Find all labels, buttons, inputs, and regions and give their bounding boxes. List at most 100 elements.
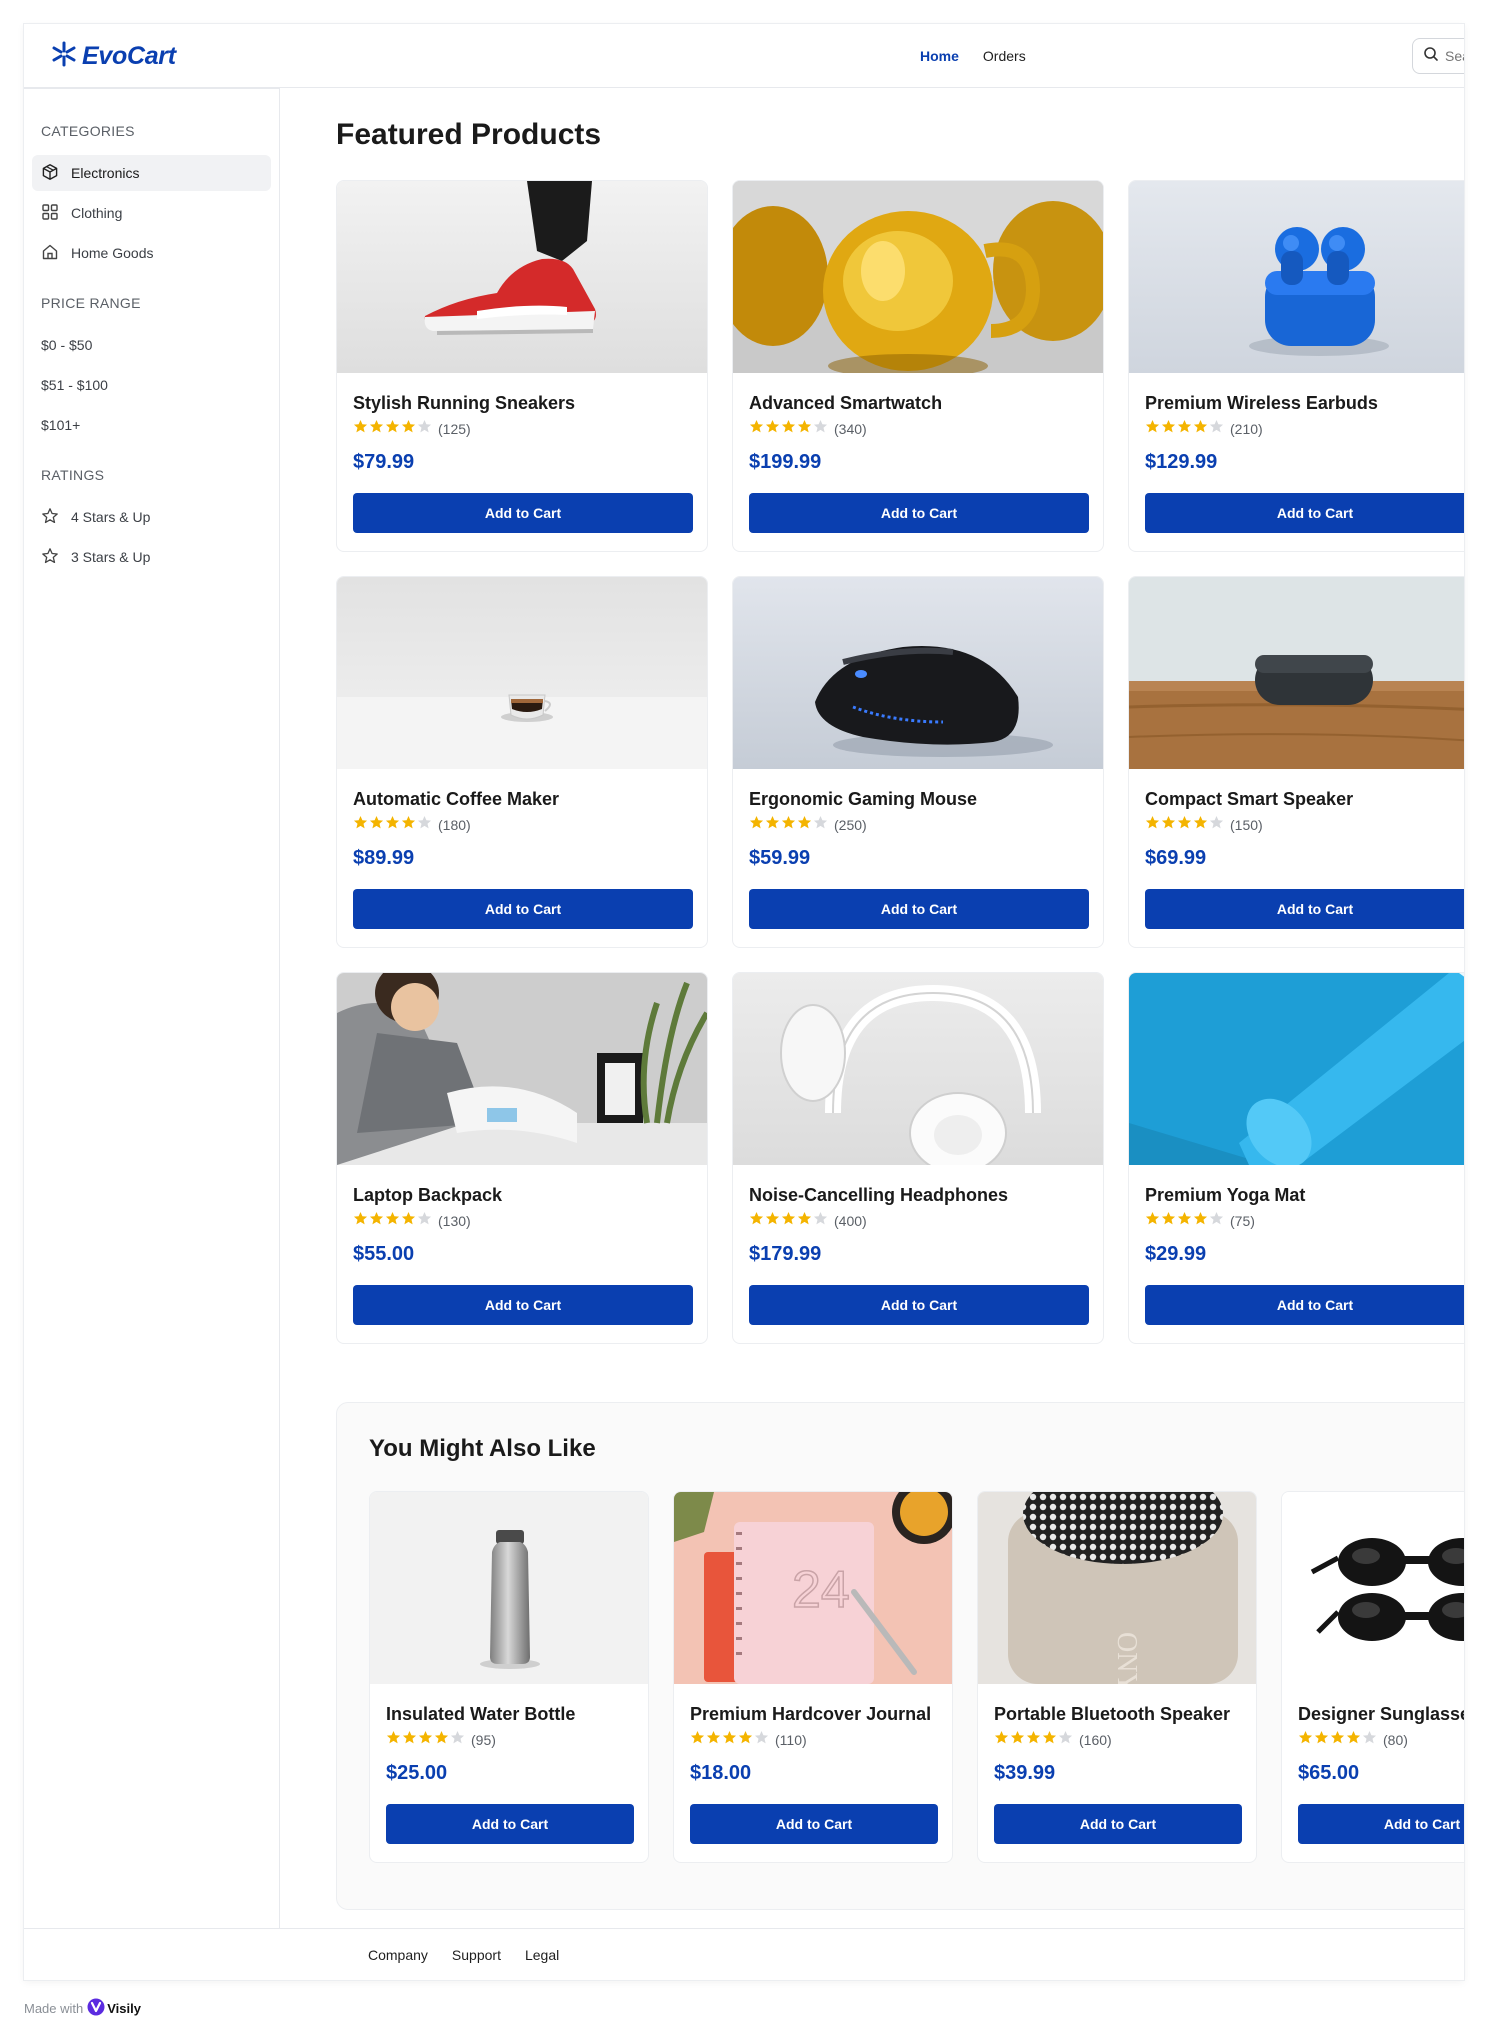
add-to-cart-button[interactable]: Add to Cart: [749, 493, 1089, 533]
rating-filter-4-up[interactable]: 4 Stars & Up: [32, 499, 271, 535]
star-filled-icon: [706, 1730, 721, 1750]
product-card[interactable]: Automatic Coffee Maker (180) $89.99 Add to …: [336, 576, 708, 948]
visily-brand-name: Visily: [107, 2000, 141, 2016]
product-image[interactable]: [337, 181, 707, 373]
rating-filter-label: 3 Stars & Up: [71, 549, 151, 565]
product-price: $69.99: [1145, 847, 1207, 869]
product-name[interactable]: Premium Hardcover Journal: [690, 1702, 936, 1726]
product-card[interactable]: Ergonomic Gaming Mouse (250) $59.99 Add to …: [732, 576, 1104, 948]
product-card[interactable]: Advanced Smartwatch (340) $199.99 Add to Ca…: [732, 180, 1104, 552]
nav-orders[interactable]: Orders: [983, 48, 1026, 64]
product-image[interactable]: [1129, 181, 1464, 373]
star-filled-icon: [1177, 1211, 1192, 1231]
rating-stars: [749, 1211, 828, 1231]
product-name[interactable]: Portable Bluetooth Speaker: [994, 1702, 1240, 1726]
made-with-badge[interactable]: Made with Visily: [24, 1998, 141, 2018]
brand-logo[interactable]: EvoCart: [50, 40, 176, 72]
price-option-101-plus[interactable]: $101+: [32, 407, 271, 443]
product-price: $179.99: [749, 1243, 822, 1265]
product-image[interactable]: 24: [674, 1492, 952, 1684]
footer-link-legal[interactable]: Legal: [525, 1947, 559, 1963]
product-image[interactable]: [1129, 973, 1464, 1165]
product-name[interactable]: Premium Yoga Mat: [1145, 1183, 1464, 1207]
product-card[interactable]: Premium Yoga Mat (75) $29.99 Add to Cart: [1128, 972, 1464, 1344]
review-count: (80): [1383, 1732, 1408, 1748]
product-card-body: Automatic Coffee Maker (180) $89.99 Add to …: [337, 769, 707, 929]
add-to-cart-button[interactable]: Add to Cart: [749, 889, 1089, 929]
add-to-cart-button[interactable]: Add to Cart: [353, 493, 693, 533]
nav-home[interactable]: Home: [920, 48, 959, 64]
product-image[interactable]: [1282, 1492, 1464, 1684]
add-to-cart-button[interactable]: Add to Cart: [749, 1285, 1089, 1325]
product-image[interactable]: [337, 577, 707, 769]
footer-link-support[interactable]: Support: [452, 1947, 501, 1963]
product-image[interactable]: ONY: [978, 1492, 1256, 1684]
product-name[interactable]: Designer Sunglasses: [1298, 1702, 1464, 1726]
product-image[interactable]: [733, 181, 1103, 373]
price-option-0-50[interactable]: $0 - $50: [32, 327, 271, 363]
ratings-heading: RATINGS: [41, 467, 105, 483]
price-option-51-100[interactable]: $51 - $100: [32, 367, 271, 403]
star-empty-icon: [417, 815, 432, 835]
product-rating: (75): [1145, 1211, 1464, 1231]
box-icon: [41, 163, 59, 184]
product-rating: (250): [749, 815, 1087, 835]
product-name[interactable]: Insulated Water Bottle: [386, 1702, 632, 1726]
add-to-cart-button[interactable]: Add to Cart: [353, 1285, 693, 1325]
product-card-body: Ergonomic Gaming Mouse (250) $59.99 Add to …: [733, 769, 1103, 929]
product-card[interactable]: Stylish Running Sneakers (125) $79.99 Add t…: [336, 180, 708, 552]
recommended-product-card[interactable]: 24 Premium Hardcover Journal (110) $18.00 A…: [673, 1491, 953, 1863]
product-rating: (180): [353, 815, 691, 835]
product-price: $65.00: [1298, 1762, 1360, 1784]
add-to-cart-button[interactable]: Add to Cart: [1298, 1804, 1464, 1844]
category-label: Home Goods: [71, 245, 154, 261]
product-card[interactable]: Laptop Backpack (130) $55.00 Add to Cart: [336, 972, 708, 1344]
product-price: $29.99: [1145, 1243, 1207, 1265]
add-to-cart-button[interactable]: Add to Cart: [994, 1804, 1242, 1844]
star-filled-icon: [1145, 815, 1160, 835]
category-electronics[interactable]: Electronics: [32, 155, 271, 191]
product-card[interactable]: Premium Wireless Earbuds (210) $129.99 Add …: [1128, 180, 1464, 552]
product-name[interactable]: Ergonomic Gaming Mouse: [749, 787, 1087, 811]
add-to-cart-button[interactable]: Add to Cart: [386, 1804, 634, 1844]
star-filled-icon: [434, 1730, 449, 1750]
product-card[interactable]: Compact Smart Speaker (150) $69.99 Add to C…: [1128, 576, 1464, 948]
star-filled-icon: [738, 1730, 753, 1750]
search-box[interactable]: [1412, 38, 1464, 74]
recommended-product-card[interactable]: ONY Portable Bluetooth Speaker (160) $39.9…: [977, 1491, 1257, 1863]
product-image[interactable]: [733, 973, 1103, 1165]
product-name[interactable]: Laptop Backpack: [353, 1183, 691, 1207]
product-image[interactable]: [370, 1492, 648, 1684]
category-home-goods[interactable]: Home Goods: [32, 235, 271, 271]
review-count: (160): [1079, 1732, 1112, 1748]
star-empty-icon: [450, 1730, 465, 1750]
recommended-product-card[interactable]: Designer Sunglasses (80) $65.00 Add to Cart: [1281, 1491, 1464, 1863]
review-count: (150): [1230, 817, 1263, 833]
star-filled-icon: [765, 1211, 780, 1231]
star-empty-icon: [813, 815, 828, 835]
add-to-cart-button[interactable]: Add to Cart: [1145, 1285, 1464, 1325]
product-name[interactable]: Advanced Smartwatch: [749, 391, 1087, 415]
search-icon: [1423, 46, 1439, 67]
add-to-cart-button[interactable]: Add to Cart: [1145, 889, 1464, 929]
product-rating: (210): [1145, 419, 1464, 439]
search-input[interactable]: [1445, 48, 1464, 64]
product-image[interactable]: [733, 577, 1103, 769]
recommended-product-card[interactable]: Insulated Water Bottle (95) $25.00 Add to C…: [369, 1491, 649, 1863]
product-image[interactable]: [1129, 577, 1464, 769]
footer-link-company[interactable]: Company: [368, 1947, 428, 1963]
rating-filter-3-up[interactable]: 3 Stars & Up: [32, 539, 271, 575]
product-card[interactable]: Noise-Cancelling Headphones (400) $179.99 A…: [732, 972, 1104, 1344]
product-name[interactable]: Noise-Cancelling Headphones: [749, 1183, 1087, 1207]
product-price: $79.99: [353, 451, 415, 473]
product-card-body: Noise-Cancelling Headphones (400) $179.99 A…: [733, 1165, 1103, 1325]
add-to-cart-button[interactable]: Add to Cart: [690, 1804, 938, 1844]
add-to-cart-button[interactable]: Add to Cart: [353, 889, 693, 929]
add-to-cart-button[interactable]: Add to Cart: [1145, 493, 1464, 533]
product-name[interactable]: Premium Wireless Earbuds: [1145, 391, 1464, 415]
category-clothing[interactable]: Clothing: [32, 195, 271, 231]
product-name[interactable]: Compact Smart Speaker: [1145, 787, 1464, 811]
product-image[interactable]: [337, 973, 707, 1165]
product-name[interactable]: Stylish Running Sneakers: [353, 391, 691, 415]
product-name[interactable]: Automatic Coffee Maker: [353, 787, 691, 811]
